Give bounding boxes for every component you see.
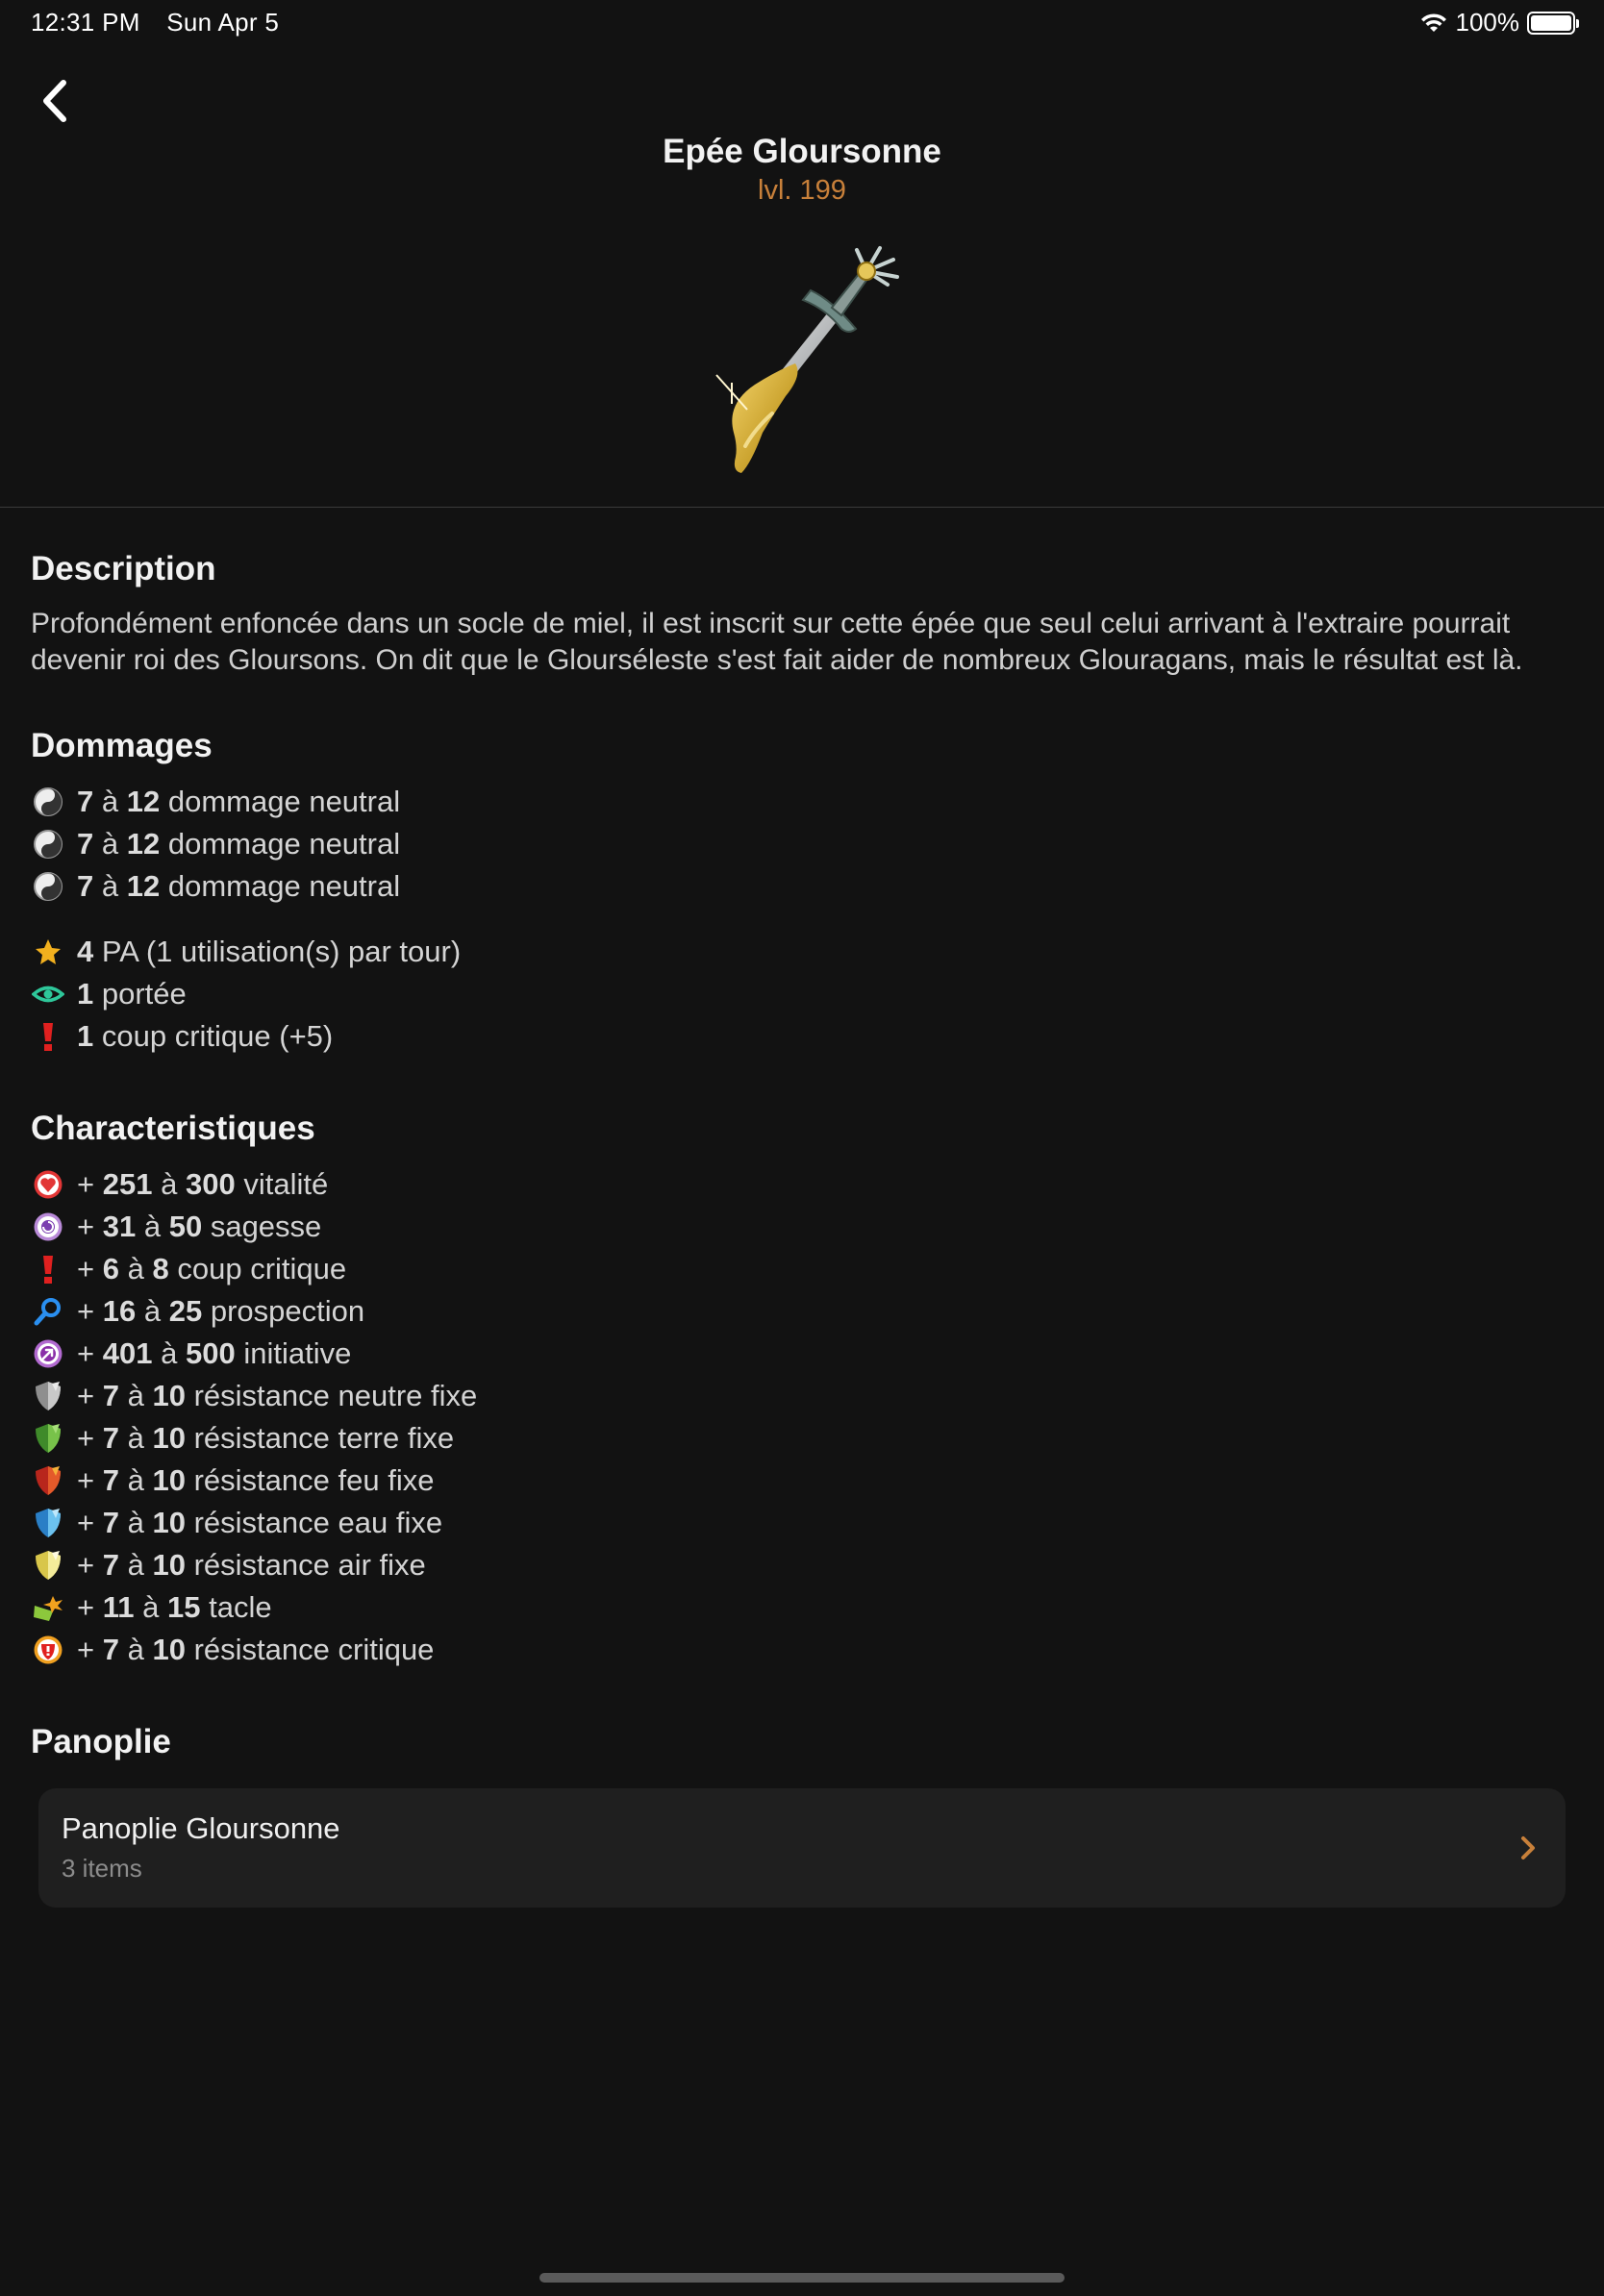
status-time: 12:31 PM [31, 8, 140, 37]
stat-text: + 251 à 300 vitalité [77, 1167, 329, 1201]
damage-line: 7 à 12 dommage neutral [31, 823, 1579, 865]
tackle-icon [31, 1590, 65, 1625]
stat-res-fire: + 7 à 10 résistance feu fixe [31, 1460, 1579, 1502]
stat-initiative: + 401 à 500 initiative [31, 1333, 1579, 1375]
stat-text: + 6 à 8 coup critique [77, 1252, 347, 1285]
stat-text: + 7 à 10 résistance feu fixe [77, 1463, 435, 1497]
characteristics-list: + 251 à 300 vitalité + 31 à 50 sagesse +… [31, 1163, 1579, 1671]
panoplie-section: Panoplie Panoplie Gloursonne 3 items [31, 1723, 1579, 1908]
weapon-stats-list: 4 PA (1 utilisation(s) par tour) 1 porté… [31, 931, 1579, 1058]
heart-icon [31, 1167, 65, 1202]
item-detail-screen: 12:31 PM Sun Apr 5 100% Epée Gloursonne … [0, 0, 1604, 2296]
eye-icon [31, 977, 65, 1011]
range-text: 1 portée [77, 977, 187, 1011]
header-divider [0, 507, 1604, 508]
set-item-count: 3 items [62, 1854, 142, 1883]
status-left: 12:31 PM Sun Apr 5 [31, 8, 279, 37]
battery-icon [1527, 11, 1579, 35]
characteristiques-title: Characteristiques [31, 1110, 315, 1147]
damage-line: 7 à 12 dommage neutral [31, 865, 1579, 908]
shield-fire-icon [31, 1463, 65, 1498]
neutral-yinyang-icon [31, 785, 65, 819]
chevron-left-icon [43, 80, 66, 122]
description-title: Description [31, 550, 216, 587]
panoplie-title: Panoplie [31, 1723, 171, 1760]
neutral-yinyang-icon [31, 869, 65, 904]
neutral-yinyang-icon [31, 827, 65, 861]
exclamation-icon [31, 1019, 65, 1054]
ap-cost-text: 4 PA (1 utilisation(s) par tour) [77, 935, 462, 968]
stat-res-water: + 7 à 10 résistance eau fixe [31, 1502, 1579, 1544]
stat-text: + 11 à 15 tacle [77, 1590, 272, 1624]
item-title: Epée Gloursonne [663, 133, 941, 170]
stat-text: + 16 à 25 prospection [77, 1294, 365, 1328]
battery-fill [1531, 14, 1571, 31]
stat-res-earth: + 7 à 10 résistance terre fixe [31, 1417, 1579, 1460]
stat-tackle: + 11 à 15 tacle [31, 1586, 1579, 1629]
damage-text: 7 à 12 dommage neutral [77, 827, 401, 861]
status-bar: 12:31 PM Sun Apr 5 100% [0, 0, 1604, 46]
set-name: Panoplie Gloursonne [62, 1811, 340, 1845]
shield-air-icon [31, 1548, 65, 1583]
stat-text: + 31 à 50 sagesse [77, 1210, 322, 1243]
home-indicator[interactable] [539, 2273, 1065, 2283]
description-section: Description Profondément enfoncée dans u… [31, 550, 1579, 679]
stat-vitality: + 251 à 300 vitalité [31, 1163, 1579, 1206]
stat-critical-resistance: + 7 à 10 résistance critique [31, 1629, 1579, 1671]
back-button[interactable] [29, 67, 83, 135]
description-text: Profondément enfoncée dans un socle de m… [31, 608, 1523, 676]
range-line: 1 portée [31, 973, 1579, 1015]
stat-text: + 7 à 10 résistance terre fixe [77, 1421, 455, 1455]
characteristiques-section: Characteristiques + 251 à 300 vitalité +… [31, 1110, 1579, 1671]
chevron-right-icon [1521, 1836, 1535, 1859]
wifi-icon [1420, 12, 1446, 32]
initiative-icon [31, 1336, 65, 1371]
damage-text: 7 à 12 dommage neutral [77, 785, 401, 818]
crit-text: 1 coup critique (+5) [77, 1019, 334, 1053]
stat-critical: + 6 à 8 coup critique [31, 1248, 1579, 1290]
star-icon [31, 935, 65, 969]
dommages-title: Dommages [31, 727, 213, 764]
wisdom-icon [31, 1210, 65, 1244]
shield-water-icon [31, 1506, 65, 1540]
status-right: 100% [1419, 8, 1579, 37]
shield-neutral-icon [31, 1379, 65, 1413]
stat-text: + 7 à 10 résistance air fixe [77, 1548, 426, 1582]
stat-text: + 7 à 10 résistance critique [77, 1633, 435, 1666]
stat-res-air: + 7 à 10 résistance air fixe [31, 1544, 1579, 1586]
dommages-section: Dommages 7 à 12 dommage neutral 7 à 12 d… [31, 727, 1579, 1058]
status-date: Sun Apr 5 [166, 8, 280, 37]
stat-wisdom: + 31 à 50 sagesse [31, 1206, 1579, 1248]
magnifier-icon [31, 1294, 65, 1329]
critical-resistance-icon [31, 1633, 65, 1667]
set-card-gloursonne[interactable]: Panoplie Gloursonne 3 items [38, 1788, 1566, 1908]
ap-cost-line: 4 PA (1 utilisation(s) par tour) [31, 931, 1579, 973]
battery-percent: 100% [1455, 8, 1520, 37]
damage-list: 7 à 12 dommage neutral 7 à 12 dommage ne… [31, 781, 1579, 908]
damage-line: 7 à 12 dommage neutral [31, 781, 1579, 823]
stat-text: + 7 à 10 résistance eau fixe [77, 1506, 443, 1539]
stat-res-neutral: + 7 à 10 résistance neutre fixe [31, 1375, 1579, 1417]
exclamation-icon [31, 1252, 65, 1286]
stat-text: + 401 à 500 initiative [77, 1336, 352, 1370]
item-level: lvl. 199 [758, 175, 846, 206]
damage-text: 7 à 12 dommage neutral [77, 869, 401, 903]
item-content: Description Profondément enfoncée dans u… [31, 550, 1579, 1908]
crit-line: 1 coup critique (+5) [31, 1015, 1579, 1058]
sword-icon [715, 246, 899, 473]
stat-text: + 7 à 10 résistance neutre fixe [77, 1379, 478, 1412]
stat-prospection: + 16 à 25 prospection [31, 1290, 1579, 1333]
shield-earth-icon [31, 1421, 65, 1456]
